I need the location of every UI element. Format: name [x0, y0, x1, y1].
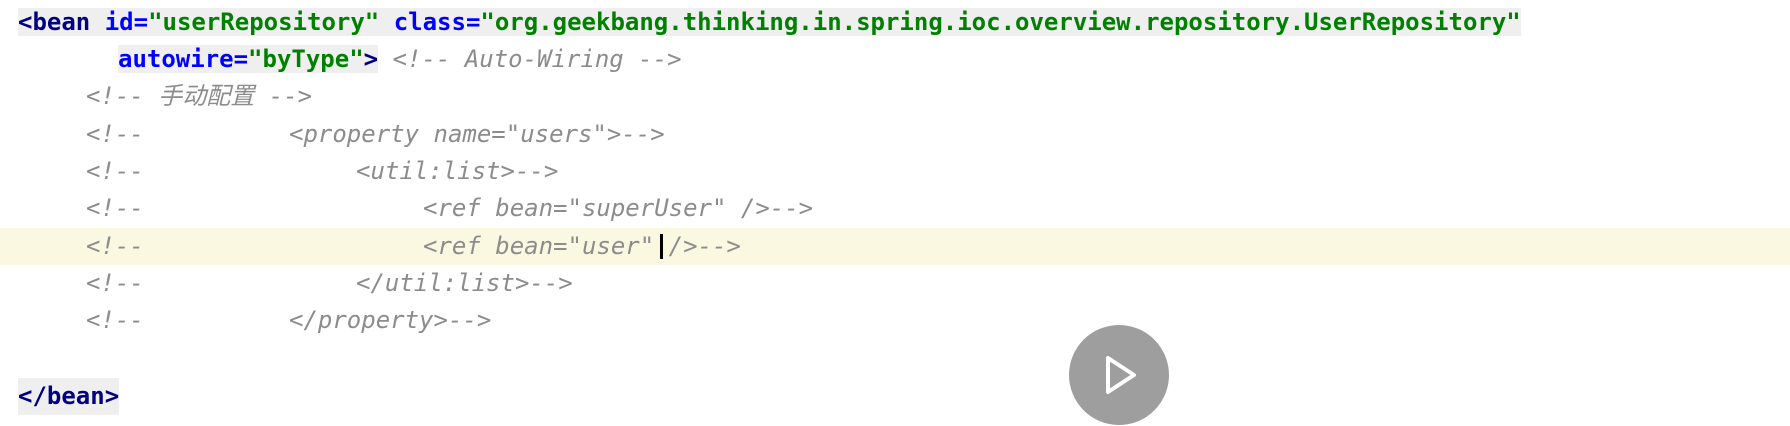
- comment-prefix: <!--: [86, 120, 144, 148]
- util-list-close-comment: </util:list>-->: [356, 269, 573, 297]
- code-line-4[interactable]: <!-- <property name="users">-->: [0, 116, 1790, 153]
- comment-prefix: <!--: [86, 232, 144, 260]
- property-close-comment: </property>-->: [289, 306, 492, 334]
- bean-open-tag-close: >: [363, 45, 379, 73]
- auto-wiring-comment: <!-- Auto-Wiring -->: [392, 45, 682, 73]
- code-line-5[interactable]: <!-- <util:list>-->: [0, 153, 1790, 190]
- property-comment: <property name="users">-->: [289, 120, 665, 148]
- code-editor[interactable]: <bean id="userRepository" class="org.gee…: [0, 0, 1790, 426]
- code-line-10-blank[interactable]: [0, 339, 1790, 376]
- ref-superuser-comment: <ref bean="superUser" />-->: [423, 194, 814, 222]
- play-icon: [1106, 356, 1136, 394]
- manual-config-comment: <!-- 手动配置 -->: [86, 82, 313, 110]
- class-value: "org.geekbang.thinking.in.spring.ioc.ove…: [480, 8, 1521, 36]
- comment-prefix: <!--: [86, 194, 144, 222]
- text-caret: [660, 234, 663, 259]
- comment-prefix: <!--: [86, 269, 144, 297]
- comment-prefix: <!--: [86, 157, 144, 185]
- code-line-9[interactable]: <!-- </property>-->: [0, 302, 1790, 339]
- class-attribute: class=: [379, 8, 481, 36]
- play-button[interactable]: [1069, 325, 1169, 425]
- bean-open-tag: <bean: [18, 8, 105, 36]
- code-line-8[interactable]: <!-- </util:list>-->: [0, 265, 1790, 302]
- autowire-value: "byType": [248, 45, 364, 73]
- code-line-3[interactable]: <!-- 手动配置 -->: [0, 78, 1790, 115]
- code-line-11[interactable]: </bean>: [0, 378, 1790, 415]
- code-line-2[interactable]: autowire="byType"> <!-- Auto-Wiring -->: [0, 41, 1790, 78]
- id-attribute: id=: [104, 8, 149, 36]
- autowire-attribute: autowire=: [118, 45, 249, 73]
- id-value: "userRepository": [148, 8, 380, 36]
- util-list-comment: <util:list>-->: [356, 157, 559, 185]
- comment-prefix: <!--: [86, 306, 144, 334]
- ref-user-comment: <ref bean="user" />-->: [423, 232, 741, 260]
- bean-close-tag: </bean>: [18, 378, 120, 415]
- code-line-6[interactable]: <!-- <ref bean="superUser" />-->: [0, 190, 1790, 227]
- code-line-7-current[interactable]: <!-- <ref bean="user" />-->: [0, 228, 1790, 265]
- code-line-1[interactable]: <bean id="userRepository" class="org.gee…: [0, 4, 1790, 41]
